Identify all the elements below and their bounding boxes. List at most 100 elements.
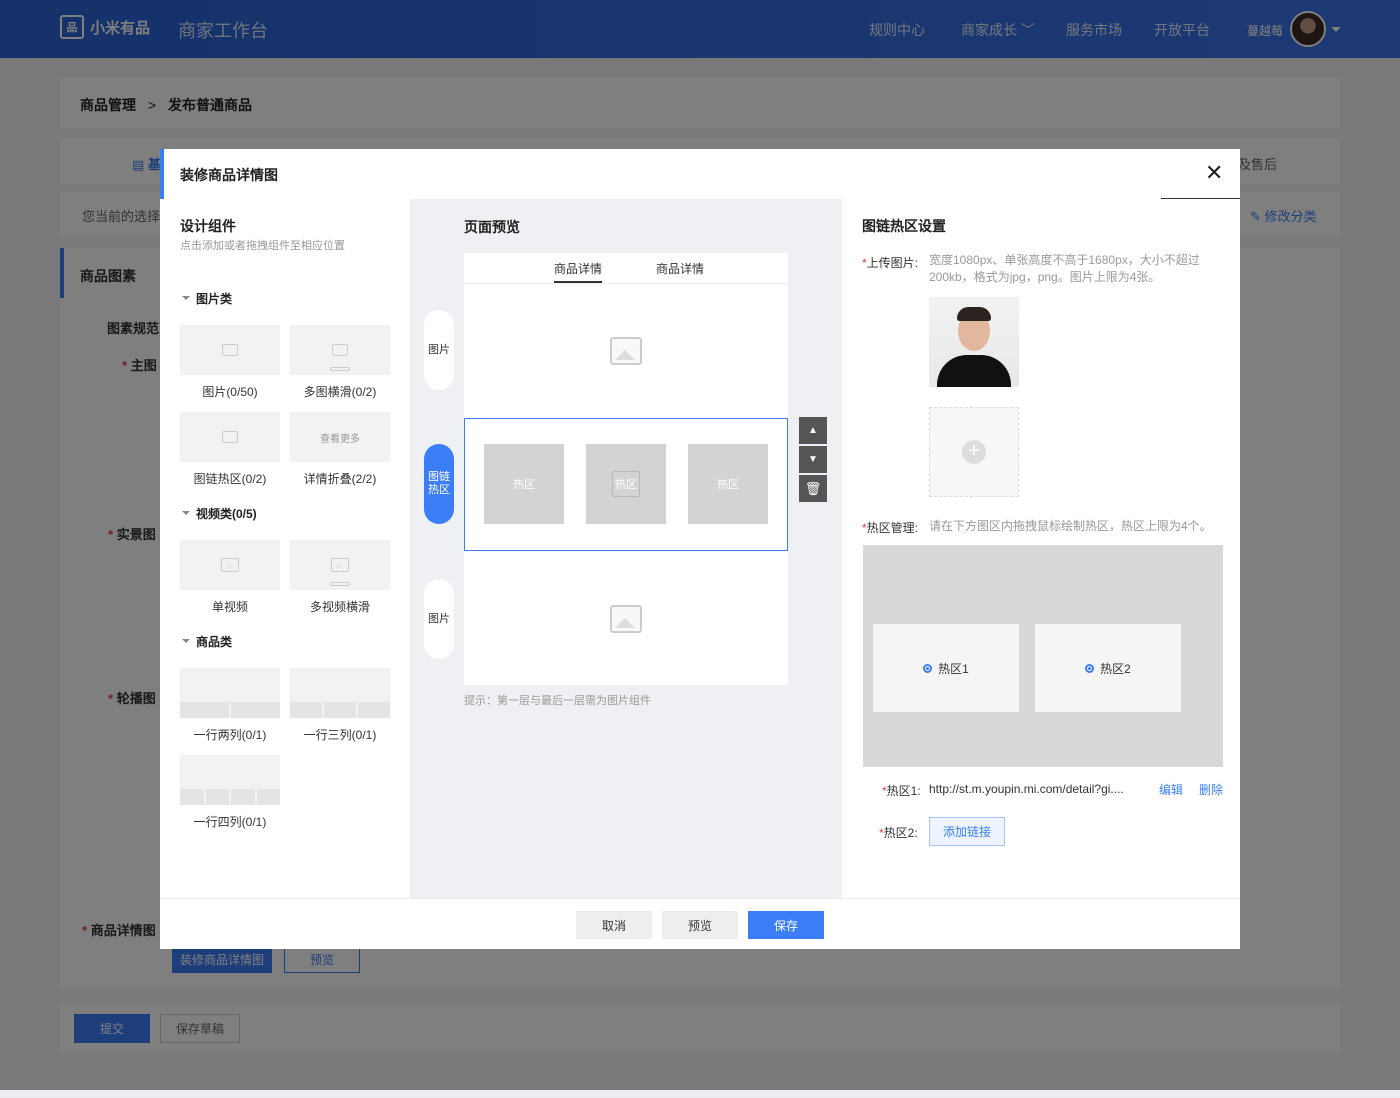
upload-label: *上传图片: — [862, 254, 918, 271]
caret-down-icon — [182, 639, 190, 647]
side-tab-image-top[interactable]: 图片 — [424, 310, 454, 390]
cancel-button[interactable]: 取消 — [576, 911, 652, 939]
photo-body — [937, 355, 1011, 387]
category-image[interactable]: 图片类 — [182, 290, 232, 307]
preview-tab-detail-2[interactable]: 商品详情 — [656, 260, 704, 277]
zone1-url: http://st.m.youpin.mi.com/detail?gi.... — [929, 782, 1124, 796]
component-label: 一行四列(0/1) — [193, 815, 267, 829]
preview-hint: 提示：第一层与最后一层需为图片组件 — [464, 695, 651, 707]
image-icon — [222, 431, 238, 443]
zone1-label-text: 热区1: — [886, 784, 921, 798]
multi-image-thumb — [290, 325, 390, 375]
preview-tabs: 商品详情 商品详情 — [464, 253, 788, 284]
cells — [180, 789, 280, 805]
active-tab-indicator — [554, 281, 602, 283]
pager-dots-icon — [330, 582, 350, 586]
hotzone-settings-panel: 图链热区设置 *上传图片: 宽度1080px、单张高度不高于1680px，大小不… — [842, 199, 1240, 898]
zone1-delete-link[interactable]: 删除 — [1199, 781, 1223, 798]
category-video[interactable]: 视频类(0/5) — [182, 505, 257, 522]
modal-footer: 取消 预览 保存 — [160, 898, 1240, 949]
component-fold[interactable]: 查看更多 详情折叠(2/2) — [290, 412, 390, 487]
side-tab-image-bottom[interactable]: 图片 — [424, 579, 454, 659]
delete-block-button[interactable]: 🗑 — [799, 475, 827, 502]
multi-video-thumb: ▷ — [290, 540, 390, 590]
hotzone-placeholder: 热区 — [586, 444, 666, 524]
side-tab-hotzone[interactable]: 图链热区 — [424, 444, 454, 524]
component-single-video[interactable]: ▷ 单视频 — [180, 540, 280, 615]
preview-image-top[interactable] — [464, 284, 788, 417]
components-title: 设计组件 — [180, 218, 236, 234]
hotzone-1-label: 热区1 — [938, 661, 969, 676]
component-label: 图链热区(0/2) — [193, 472, 267, 486]
trash-icon: 🗑 — [804, 480, 822, 496]
category-product[interactable]: 商品类 — [182, 633, 232, 650]
hz-manage-description: 请在下方图区内拖拽鼠标绘制热区，热区上限为4个。 — [929, 519, 1212, 533]
play-icon: ▷ — [331, 558, 349, 572]
component-label: 详情折叠(2/2) — [303, 472, 377, 486]
preview-title: 页面预览 — [464, 219, 520, 235]
image-icon — [610, 336, 642, 365]
component-image[interactable]: 图片(0/50) — [180, 325, 280, 400]
bottom-strip — [0, 1090, 1400, 1098]
component-multi-video[interactable]: ▷ 多视频横滑 — [290, 540, 390, 615]
modal-title: 装修商品详情图 — [180, 167, 278, 183]
caret-down-icon — [182, 296, 190, 304]
hotzone-draw-area[interactable]: 热区1 热区2 — [863, 545, 1223, 767]
hotzone-2-label: 热区2 — [1100, 661, 1131, 676]
component-label: 一行两列(0/1) — [193, 728, 267, 742]
components-panel: 设计组件 点击添加或者拖拽组件至相应位置 图片类 图片(0/50) 多图横滑(0… — [160, 199, 410, 898]
move-up-button[interactable]: ▲ — [799, 417, 827, 444]
category-image-label: 图片类 — [196, 292, 233, 306]
upload-desc-line1: 宽度1080px、单张高度不高于1680px，大小不超过 — [929, 253, 1200, 267]
upload-label-text: 上传图片: — [866, 256, 919, 270]
upload-desc-line2: 200kb，格式为jpg，png。图片上限为4张。 — [929, 270, 1161, 284]
uploaded-image[interactable] — [929, 297, 1019, 387]
cells — [290, 702, 390, 718]
triangle-up-icon: ▲ — [808, 425, 818, 436]
upload-description: 宽度1080px、单张高度不高于1680px，大小不超过 200kb，格式为jp… — [929, 252, 1200, 286]
close-icon[interactable]: ✕ — [1205, 162, 1223, 184]
add-link-button[interactable]: 添加链接 — [929, 817, 1005, 846]
zone2-label-text: 热区2: — [883, 826, 918, 840]
category-video-label: 视频类(0/5) — [196, 507, 257, 521]
radio-dot-icon — [923, 663, 933, 673]
modal-accent — [160, 149, 164, 199]
component-label: 一行三列(0/1) — [303, 728, 377, 742]
preview-hotzone-block[interactable]: 热区 热区 热区 — [464, 418, 788, 551]
component-three-cols[interactable]: 一行三列(0/1) — [290, 668, 390, 743]
decorate-detail-modal: 装修商品详情图 ✕ 设计组件 点击添加或者拖拽组件至相应位置 图片类 图片(0/… — [160, 149, 1240, 949]
cells — [180, 702, 280, 718]
image-icon — [332, 344, 348, 356]
component-label: 单视频 — [211, 600, 248, 614]
preview-tab-detail-1[interactable]: 商品详情 — [554, 260, 602, 277]
zone2-label: *热区2: — [879, 824, 918, 841]
component-two-cols[interactable]: 一行两列(0/1) — [180, 668, 280, 743]
components-subtitle: 点击添加或者拖拽组件至相应位置 — [180, 240, 345, 252]
move-down-button[interactable]: ▼ — [799, 446, 827, 473]
component-label: 多图横滑(0/2) — [303, 385, 377, 399]
hotzone-2[interactable]: 热区2 — [1035, 624, 1181, 712]
four-cols-thumb — [180, 755, 280, 805]
preview-button[interactable]: 预览 — [662, 911, 738, 939]
save-button[interactable]: 保存 — [748, 911, 824, 939]
play-icon: ▷ — [221, 558, 239, 572]
hz-manage-label: *热区管理: — [862, 519, 918, 536]
category-product-label: 商品类 — [196, 635, 233, 649]
hotzone-thumb — [180, 412, 280, 462]
component-four-cols[interactable]: 一行四列(0/1) — [180, 755, 280, 830]
photo-hair — [957, 307, 991, 321]
preview-image-bottom[interactable] — [464, 552, 788, 685]
hz-manage-label-text: 热区管理: — [866, 521, 919, 535]
component-hotzone[interactable]: 图链热区(0/2) — [180, 412, 280, 487]
preview-panel: 页面预览 图片 图链热区 图片 商品详情 商品详情 热区 热区 热区 ▲ ▼ 🗑… — [410, 199, 842, 898]
hotzone-placeholder: 热区 — [688, 444, 768, 524]
hotzone-1[interactable]: 热区1 — [873, 624, 1019, 712]
three-cols-thumb — [290, 668, 390, 718]
fold-thumb-text: 查看更多 — [320, 433, 360, 445]
settings-title: 图链热区设置 — [862, 218, 946, 234]
image-thumb — [180, 325, 280, 375]
upload-button[interactable]: + — [929, 407, 1019, 497]
zone1-edit-link[interactable]: 编辑 — [1159, 781, 1183, 798]
image-icon — [610, 604, 642, 633]
component-multi-image[interactable]: 多图横滑(0/2) — [290, 325, 390, 400]
